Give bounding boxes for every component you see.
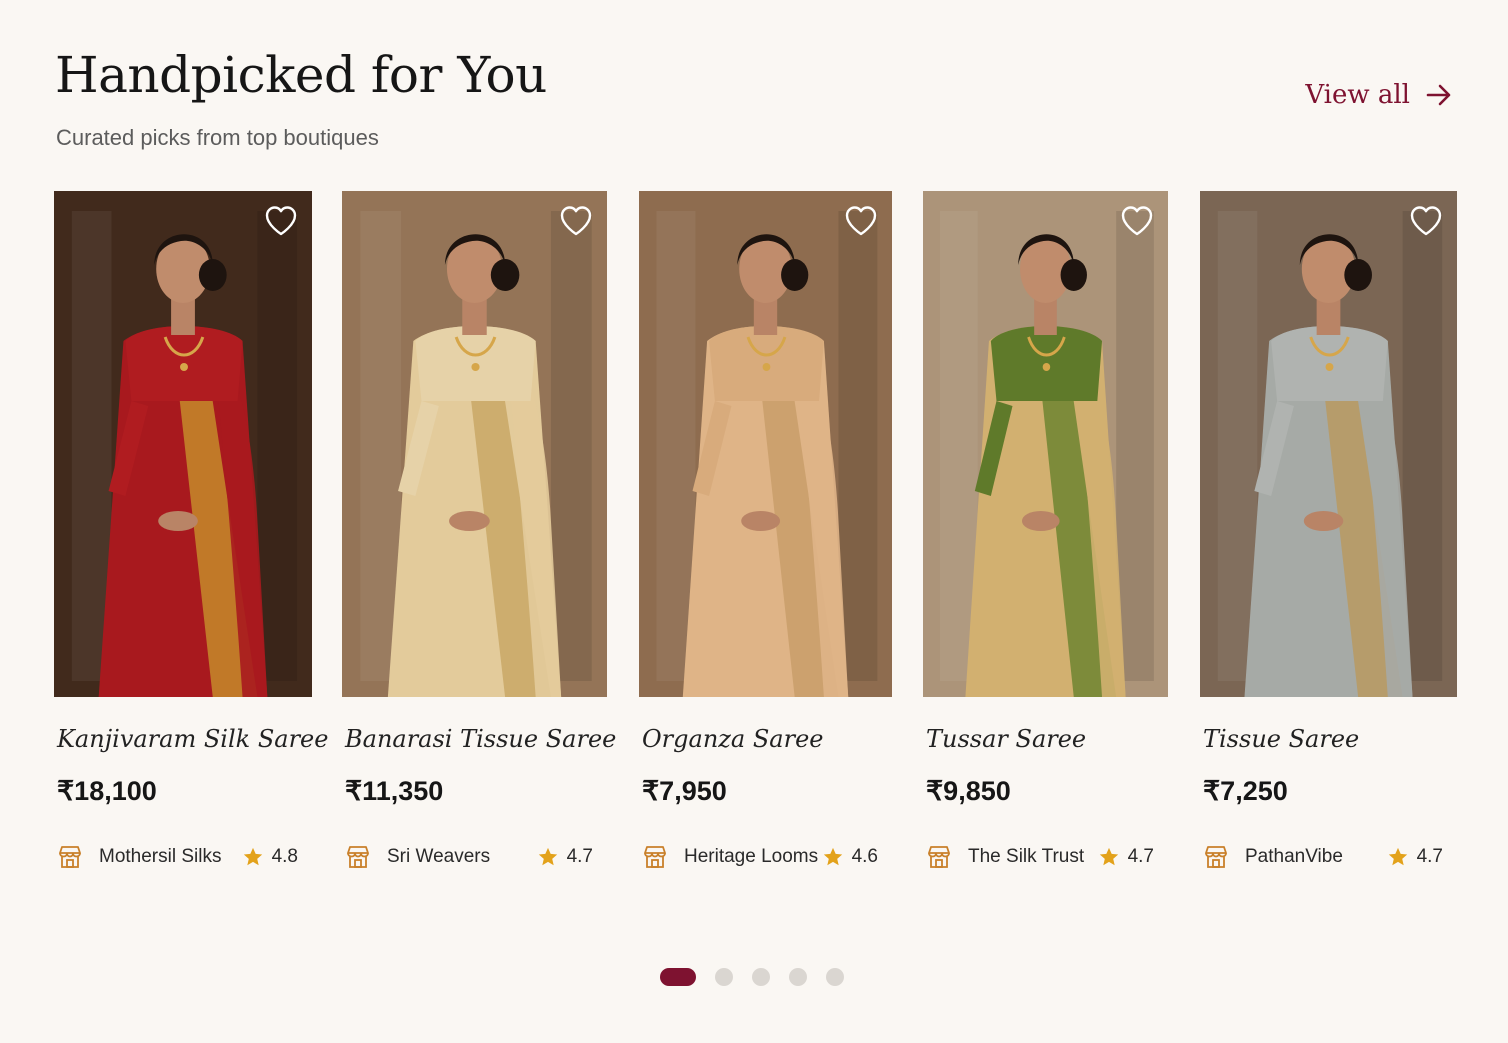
heart-icon[interactable] (844, 205, 878, 237)
product-price: ₹7,250 (1203, 776, 1288, 806)
product-price: ₹7,950 (642, 776, 727, 806)
star-icon (1098, 846, 1120, 868)
star-icon (537, 846, 559, 868)
product-card[interactable]: Organza Saree ₹7,950 Heritage Looms 4.6 (639, 191, 892, 891)
store-name[interactable]: The Silk Trust (968, 846, 1098, 868)
product-image[interactable] (1200, 191, 1457, 697)
product-image[interactable] (342, 191, 607, 697)
product-meta: Mothersil Silks 4.8 (57, 841, 298, 873)
store-name[interactable]: Heritage Looms (684, 846, 822, 868)
product-card[interactable]: Kanjivaram Silk Saree ₹18,100 Mothersil … (54, 191, 328, 891)
product-card[interactable]: Banarasi Tissue Saree ₹11,350 Sri Weaver… (342, 191, 616, 891)
star-icon (242, 846, 264, 868)
carousel-dot[interactable] (789, 968, 807, 986)
heart-icon[interactable] (1409, 205, 1443, 237)
carousel-pagination (660, 968, 844, 986)
product-image[interactable] (54, 191, 312, 697)
carousel-dot[interactable] (752, 968, 770, 986)
product-price: ₹18,100 (57, 776, 157, 806)
page-subtitle: Curated picks from top boutiques (56, 125, 379, 150)
store-name[interactable]: Sri Weavers (387, 846, 537, 868)
product-price: ₹11,350 (345, 776, 444, 806)
rating: 4.6 (822, 846, 878, 868)
store-icon (57, 844, 83, 870)
view-all-label: View all (1305, 80, 1410, 110)
store-name[interactable]: PathanVibe (1245, 846, 1387, 868)
product-image[interactable] (639, 191, 892, 697)
star-icon (822, 846, 844, 868)
product-meta: PathanVibe 4.7 (1203, 841, 1443, 873)
store-name[interactable]: Mothersil Silks (99, 846, 242, 868)
store-icon (642, 844, 668, 870)
heart-icon[interactable] (264, 205, 298, 237)
view-all-link[interactable]: View all (1305, 76, 1452, 114)
rating-value: 4.8 (271, 846, 298, 867)
star-icon (1387, 846, 1409, 868)
product-name[interactable]: Organza Saree (642, 719, 824, 759)
product-name[interactable]: Kanjivaram Silk Saree (57, 719, 328, 759)
rating-value: 4.7 (1416, 846, 1443, 867)
rating: 4.7 (537, 846, 593, 868)
rating: 4.7 (1098, 846, 1154, 868)
product-card[interactable]: Tissue Saree ₹7,250 PathanVibe 4.7 (1200, 191, 1457, 891)
product-card[interactable]: Tussar Saree ₹9,850 The Silk Trust 4.7 (923, 191, 1168, 891)
carousel-dot-active[interactable] (660, 968, 696, 986)
heart-icon[interactable] (1120, 205, 1154, 237)
arrow-right-icon (1426, 84, 1452, 106)
store-icon (926, 844, 952, 870)
product-name[interactable]: Banarasi Tissue Saree (345, 719, 616, 759)
rating: 4.8 (242, 846, 298, 868)
store-icon (345, 844, 371, 870)
product-meta: The Silk Trust 4.7 (926, 841, 1154, 873)
product-meta: Sri Weavers 4.7 (345, 841, 593, 873)
rating-value: 4.7 (1127, 846, 1154, 867)
product-name[interactable]: Tussar Saree (926, 719, 1086, 759)
rating-value: 4.7 (566, 846, 593, 867)
product-name[interactable]: Tissue Saree (1203, 719, 1359, 759)
page-title: Handpicked for You (55, 46, 547, 104)
product-price: ₹9,850 (926, 776, 1011, 806)
carousel-dot[interactable] (715, 968, 733, 986)
rating-value: 4.6 (851, 846, 878, 867)
product-image[interactable] (923, 191, 1168, 697)
product-meta: Heritage Looms 4.6 (642, 841, 878, 873)
store-icon (1203, 844, 1229, 870)
rating: 4.7 (1387, 846, 1443, 868)
carousel-dot[interactable] (826, 968, 844, 986)
heart-icon[interactable] (559, 205, 593, 237)
